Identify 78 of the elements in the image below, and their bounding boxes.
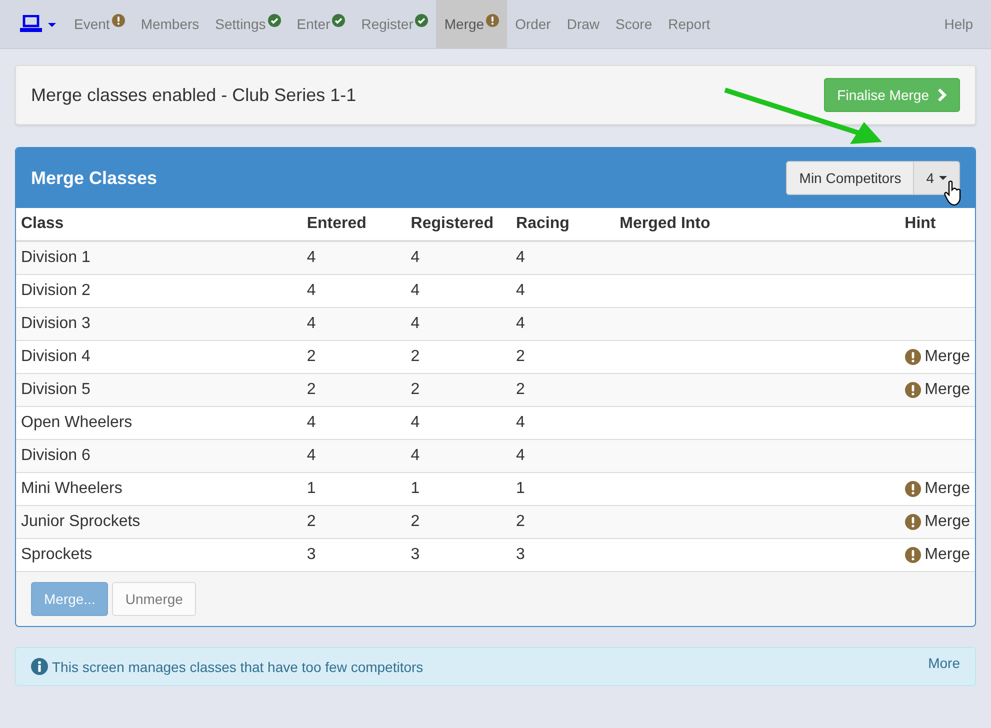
table-cell: Division 3 (21, 315, 90, 332)
warning-icon (904, 382, 921, 398)
more-link[interactable]: More (928, 654, 960, 670)
table-cell: 3 (306, 546, 316, 563)
table-cell: 3 (516, 546, 525, 563)
table-cell: Division 6 (21, 447, 90, 464)
table-cell: 4 (306, 282, 316, 299)
table-cell: Junior Sprockets (21, 513, 140, 530)
table-cell: Division 4 (21, 348, 90, 365)
table-cell: 2 (306, 381, 316, 398)
table-cell: 4 (410, 414, 420, 431)
table-cell: 2 (306, 348, 316, 365)
merge-hint: Merge (904, 546, 970, 564)
table-cell: 2 (516, 348, 525, 365)
finalise-button[interactable]: Finalise Merge (824, 78, 960, 112)
table-cell: 4 (516, 282, 525, 299)
table-cell: 4 (306, 249, 316, 266)
merge-hint: Merge (904, 348, 970, 366)
check-icon (415, 14, 428, 27)
warning-icon (112, 14, 125, 27)
nav-tab[interactable]: Members (132, 0, 208, 48)
table-cell: 2 (410, 381, 420, 398)
nav-tab[interactable]: Enter (288, 0, 354, 48)
info-text: This screen manages classes that have too few competitors (52, 658, 424, 674)
caret-icon (939, 176, 947, 180)
table-cell: Division 5 (21, 381, 90, 398)
warning-icon (904, 349, 921, 365)
table-cell: 4 (306, 414, 316, 431)
table-cell: 2 (516, 381, 525, 398)
hand-cursor-icon (944, 180, 962, 206)
warning-icon (904, 481, 921, 497)
nav-tab[interactable]: Register (353, 0, 436, 48)
table-cell: Open Wheelers (21, 414, 132, 431)
table-cell: 4 (516, 249, 525, 266)
nav-tab[interactable]: Merge (436, 0, 508, 48)
chevron-icon (937, 88, 947, 102)
laptop-icon[interactable] (20, 15, 56, 33)
warning-icon (486, 14, 500, 27)
merge-hint: Merge (904, 480, 970, 498)
table-cell: Sprockets (21, 546, 92, 563)
table-cell: 1 (410, 480, 420, 497)
table-cell: 4 (306, 447, 316, 464)
table-cell: 4 (516, 447, 525, 464)
table-cell: Division 1 (21, 249, 90, 266)
table-cell: 2 (410, 348, 420, 365)
table-cell: 2 (410, 513, 420, 530)
nav-tab[interactable]: Order (507, 0, 559, 48)
min-competitors-label: Min Competitors (786, 161, 914, 195)
panel-title: Merge Classes (31, 168, 158, 188)
table-cell: 2 (306, 513, 316, 530)
nav-tab[interactable]: Report (660, 0, 718, 48)
table-cell: 2 (516, 513, 525, 530)
merge-hint: Merge (904, 513, 970, 531)
table-cell: 3 (410, 546, 420, 563)
table-cell: 1 (306, 480, 316, 497)
nav-tab[interactable]: Score (608, 0, 660, 48)
check-icon (332, 14, 346, 27)
nav-tab[interactable]: Event (66, 0, 133, 48)
table-cell: 4 (516, 315, 525, 332)
table-cell: 4 (306, 315, 316, 332)
nav-tab[interactable]: Draw (558, 0, 608, 48)
table-cell: 4 (410, 282, 420, 299)
warning-icon (904, 547, 921, 563)
table-cell: 4 (410, 249, 420, 266)
warning-icon (904, 514, 921, 530)
table-cell: 4 (516, 414, 525, 431)
table-cell: Mini Wheelers (21, 480, 122, 497)
nav-tab[interactable]: Settings (207, 0, 289, 48)
table-cell: 4 (410, 315, 420, 332)
min-competitors-dropdown[interactable]: 4 (914, 161, 960, 195)
table-cell: 4 (410, 447, 420, 464)
check-icon (268, 14, 281, 27)
merge-hint: Merge (904, 381, 970, 399)
table-cell: 1 (516, 480, 525, 497)
info-icon (31, 658, 48, 675)
table-cell: Division 2 (21, 282, 90, 299)
banner-title: Merge classes enabled - Club Series 1-1 (31, 84, 356, 106)
help-link[interactable]: Help (936, 0, 981, 48)
